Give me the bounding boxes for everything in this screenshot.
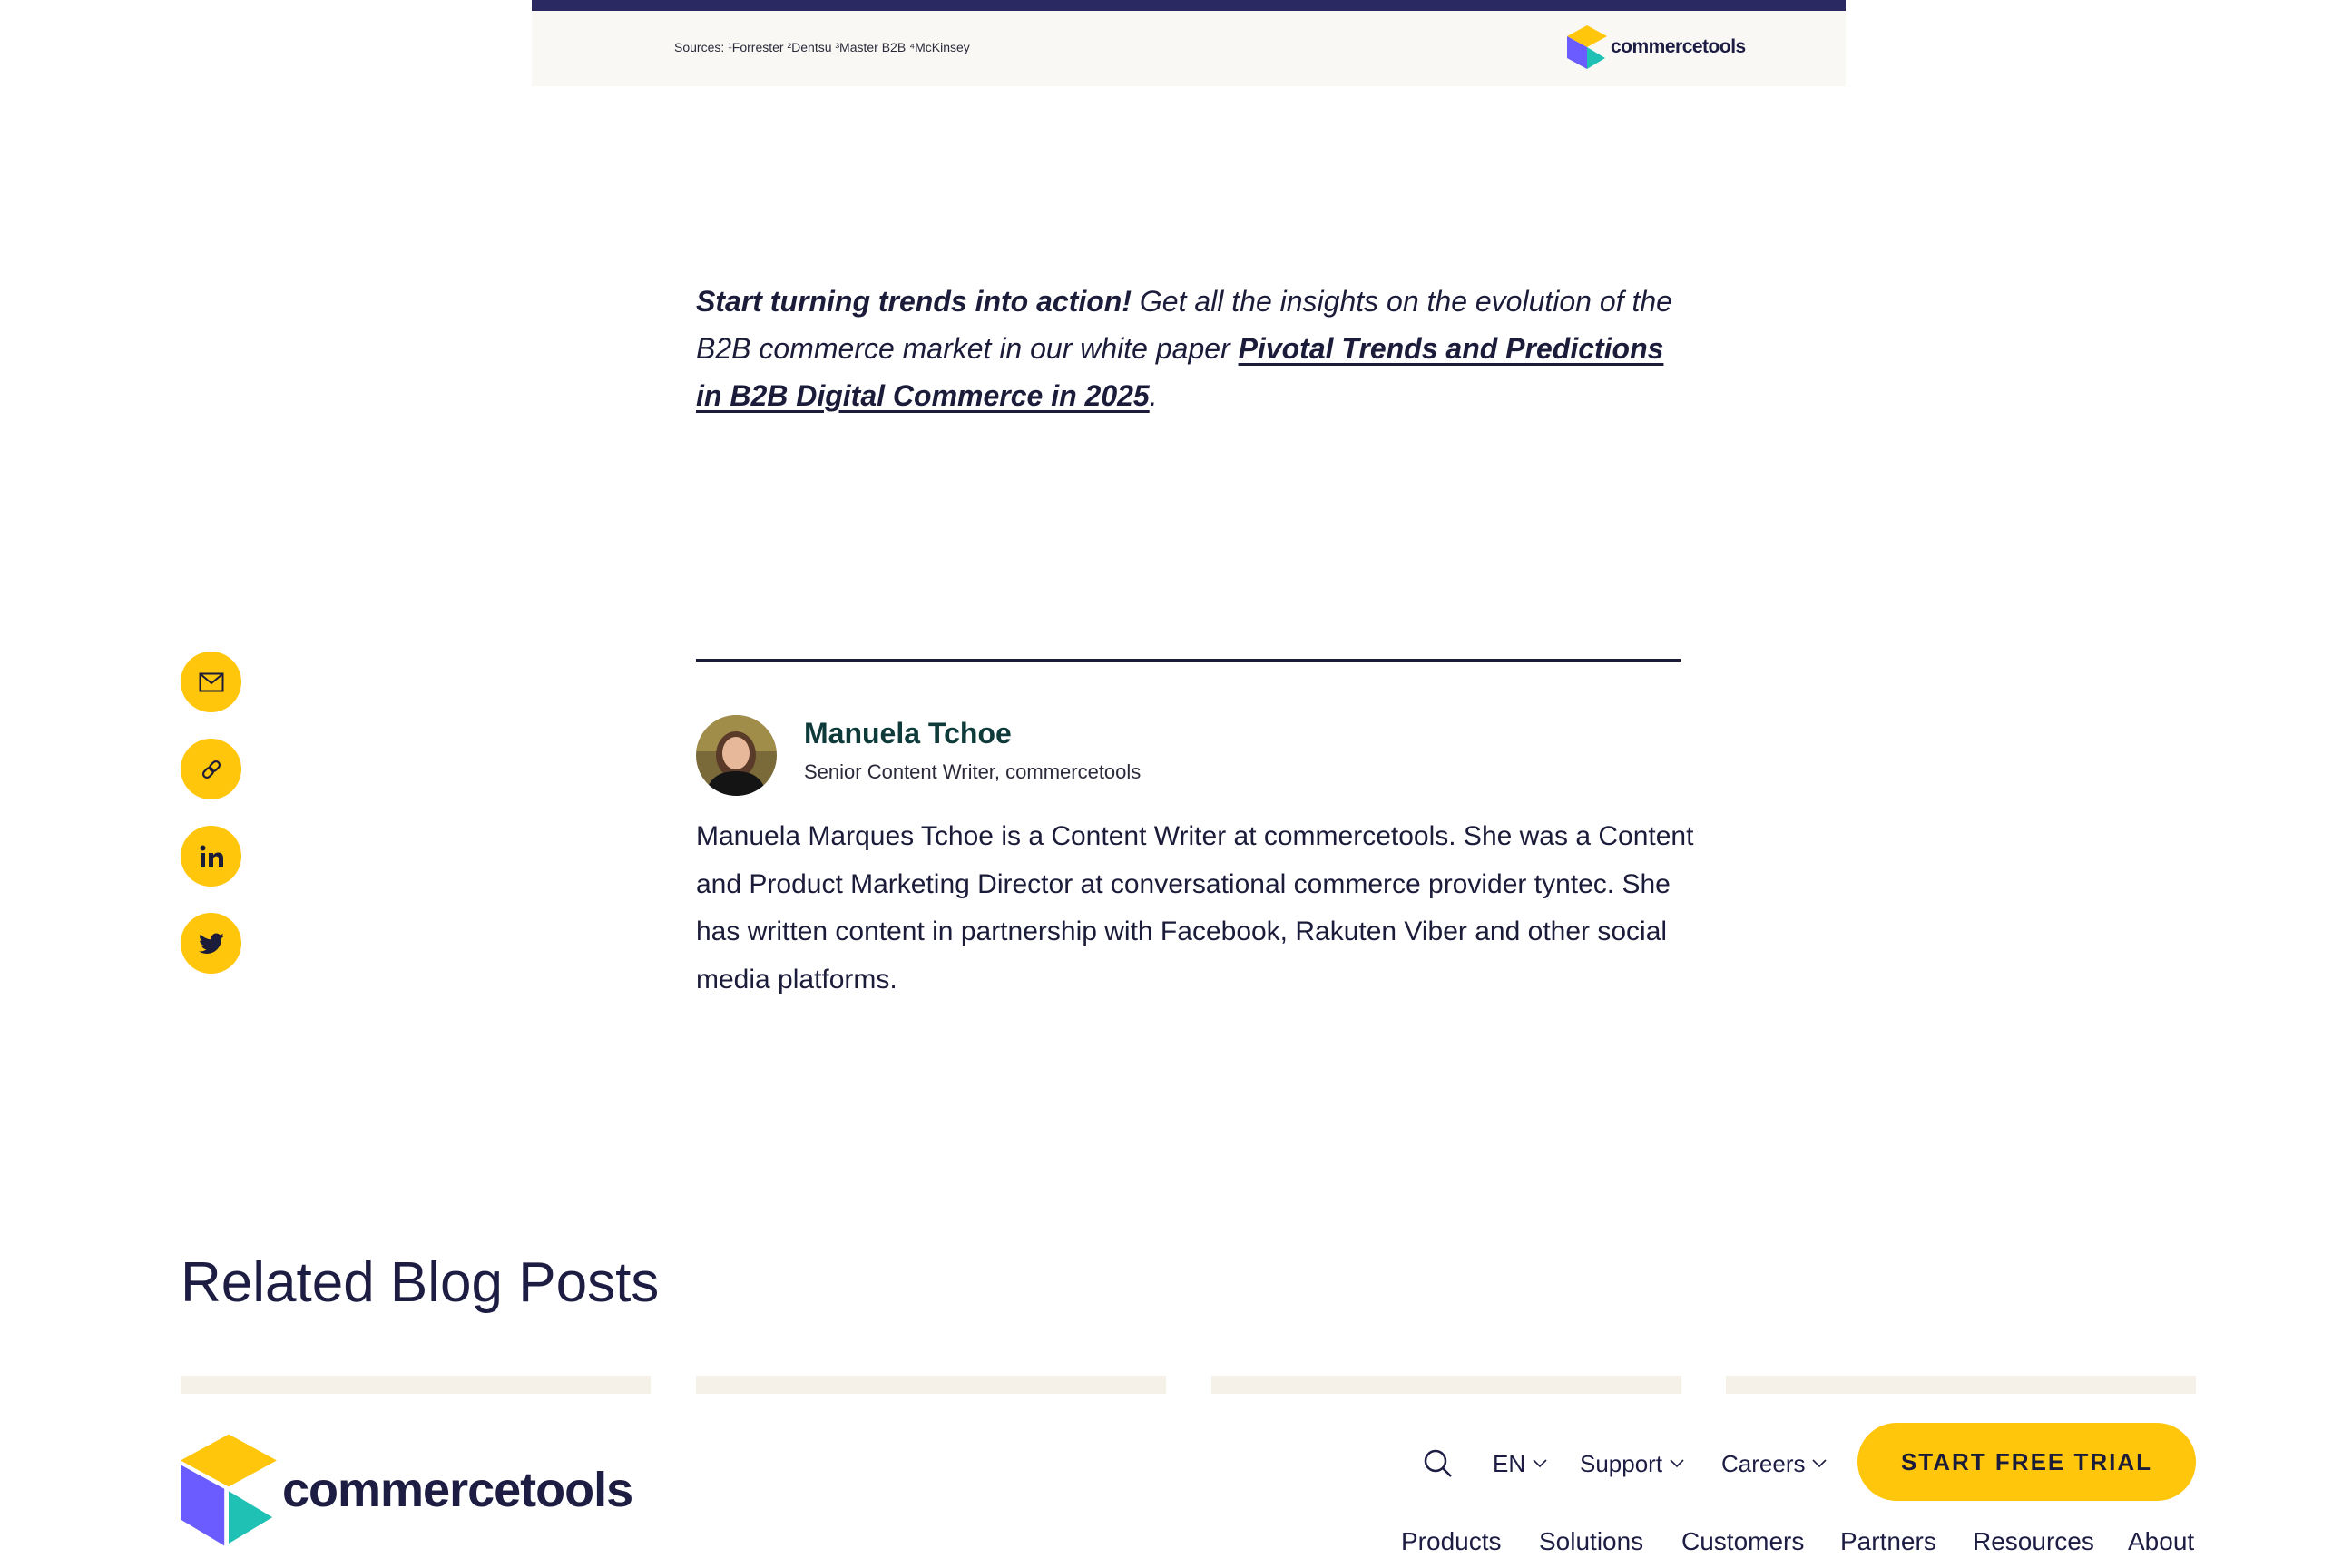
language-label: EN bbox=[1493, 1449, 1526, 1477]
related-post-card[interactable] bbox=[1211, 1376, 1681, 1394]
cta-end: . bbox=[1149, 379, 1158, 412]
related-post-card[interactable] bbox=[1726, 1376, 2196, 1394]
infographic-footer: Sources: ¹Forrester ²Dentsu ³Master B2B … bbox=[532, 0, 1846, 86]
author-role: Senior Content Writer, commercetools bbox=[804, 760, 1142, 783]
infographic-sources: Sources: ¹Forrester ²Dentsu ³Master B2B … bbox=[674, 40, 970, 54]
related-post-card[interactable] bbox=[181, 1376, 651, 1394]
chevron-down-icon bbox=[1533, 1459, 1547, 1468]
author-divider bbox=[696, 659, 1681, 662]
nav-customers[interactable]: Customers bbox=[1681, 1527, 1804, 1556]
share-bar bbox=[181, 652, 241, 1000]
careers-label: Careers bbox=[1721, 1449, 1806, 1477]
email-icon bbox=[199, 672, 223, 691]
share-linkedin-button[interactable] bbox=[181, 826, 241, 887]
share-email-button[interactable] bbox=[181, 652, 241, 712]
copy-link-button[interactable] bbox=[181, 739, 241, 799]
cta-lead: Start turning trends into action! bbox=[696, 285, 1132, 318]
nav-solutions[interactable]: Solutions bbox=[1539, 1527, 1643, 1556]
link-icon bbox=[201, 760, 220, 779]
related-post-card[interactable] bbox=[696, 1376, 1166, 1394]
whitepaper-cta: Start turning trends into action! Get al… bbox=[696, 278, 1685, 419]
site-brand: commercetools bbox=[282, 1463, 633, 1517]
search-icon bbox=[1424, 1449, 1452, 1477]
chevron-down-icon bbox=[1670, 1459, 1684, 1468]
language-selector[interactable]: EN bbox=[1493, 1443, 1547, 1485]
commercetools-logo-icon bbox=[1567, 25, 1607, 69]
infographic-logo: commercetools bbox=[1567, 25, 1746, 69]
share-twitter-button[interactable] bbox=[181, 913, 241, 974]
author-bio: Manuela Marques Tchoe is a Content Write… bbox=[696, 821, 1694, 995]
twitter-icon bbox=[198, 932, 224, 954]
linkedin-icon bbox=[200, 845, 223, 867]
support-label: Support bbox=[1580, 1449, 1663, 1477]
chevron-down-icon bbox=[1812, 1459, 1828, 1468]
nav-products[interactable]: Products bbox=[1401, 1527, 1502, 1556]
related-posts-heading: Related Blog Posts bbox=[181, 1251, 660, 1314]
careers-menu[interactable]: Careers bbox=[1721, 1443, 1828, 1485]
support-menu[interactable]: Support bbox=[1580, 1443, 1684, 1485]
infographic-bar bbox=[532, 0, 1846, 11]
infographic-brand: commercetools bbox=[1611, 36, 1746, 57]
author-name[interactable]: Manuela Tchoe bbox=[804, 717, 1012, 750]
nav-resources[interactable]: Resources bbox=[1973, 1527, 2094, 1556]
commercetools-logo-icon bbox=[181, 1434, 277, 1546]
nav-about[interactable]: About bbox=[2128, 1527, 2194, 1556]
start-free-trial-button[interactable]: START FREE TRIAL bbox=[1857, 1423, 2196, 1501]
author-avatar bbox=[696, 715, 777, 796]
site-logo[interactable]: commercetools bbox=[181, 1434, 633, 1546]
nav-partners[interactable]: Partners bbox=[1840, 1527, 1936, 1556]
search-button[interactable] bbox=[1423, 1443, 1454, 1485]
